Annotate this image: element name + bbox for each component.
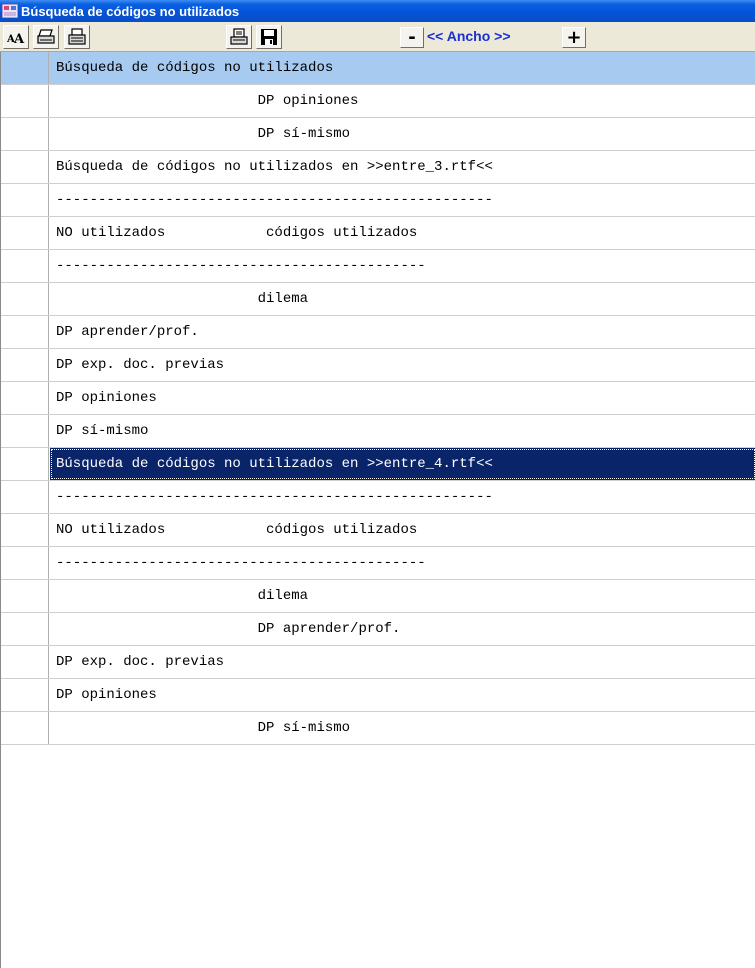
font-size-button[interactable]: A A bbox=[3, 25, 29, 49]
grid-row[interactable]: DP sí-mismo bbox=[1, 118, 755, 151]
grid-cell[interactable]: ----------------------------------------… bbox=[50, 184, 755, 216]
grid-cell[interactable]: DP opiniones bbox=[50, 85, 755, 117]
row-selector[interactable] bbox=[1, 580, 49, 612]
row-selector[interactable] bbox=[1, 514, 49, 546]
grid-row[interactable]: DP sí-mismo bbox=[1, 415, 755, 448]
row-selector[interactable] bbox=[1, 613, 49, 645]
grid-row[interactable]: DP opiniones bbox=[1, 382, 755, 415]
grid-row[interactable]: dilema bbox=[1, 580, 755, 613]
width-label: << Ancho >> bbox=[427, 28, 511, 44]
grid-cell[interactable]: NO utilizados códigos utilizados bbox=[50, 514, 755, 546]
row-selector[interactable] bbox=[1, 415, 49, 447]
grid-row[interactable]: DP exp. doc. previas bbox=[1, 646, 755, 679]
grid-cell[interactable]: DP opiniones bbox=[50, 679, 755, 711]
increase-width-button[interactable]: + bbox=[562, 27, 586, 48]
results-grid[interactable]: Búsqueda de códigos no utilizados DP opi… bbox=[0, 52, 755, 968]
grid-row[interactable]: ----------------------------------------… bbox=[1, 547, 755, 580]
row-selector[interactable] bbox=[1, 349, 49, 381]
grid-cell[interactable]: DP sí-mismo bbox=[50, 415, 755, 447]
grid-cell[interactable]: dilema bbox=[50, 283, 755, 315]
grid-row[interactable]: DP opiniones bbox=[1, 679, 755, 712]
row-selector[interactable] bbox=[1, 547, 49, 579]
row-selector[interactable] bbox=[1, 184, 49, 216]
row-selector[interactable] bbox=[1, 481, 49, 513]
grid-cell[interactable]: ----------------------------------------… bbox=[50, 481, 755, 513]
grid-row[interactable]: ----------------------------------------… bbox=[1, 184, 755, 217]
grid-row[interactable]: ----------------------------------------… bbox=[1, 250, 755, 283]
grid-row[interactable]: DP aprender/prof. bbox=[1, 613, 755, 646]
title-bar[interactable]: Búsqueda de códigos no utilizados bbox=[0, 0, 755, 22]
print-button[interactable] bbox=[33, 25, 59, 49]
row-selector[interactable] bbox=[1, 250, 49, 282]
row-selector[interactable] bbox=[1, 283, 49, 315]
grid-cell[interactable]: DP exp. doc. previas bbox=[50, 646, 755, 678]
row-selector[interactable] bbox=[1, 316, 49, 348]
grid-cell[interactable]: DP exp. doc. previas bbox=[50, 349, 755, 381]
grid-cell[interactable]: Búsqueda de códigos no utilizados bbox=[50, 52, 755, 84]
grid-cell[interactable]: NO utilizados códigos utilizados bbox=[50, 217, 755, 249]
grid-cell[interactable]: DP sí-mismo bbox=[50, 712, 755, 744]
row-selector[interactable] bbox=[1, 712, 49, 744]
svg-text:A: A bbox=[13, 32, 25, 45]
decrease-width-button[interactable]: - bbox=[400, 27, 424, 48]
grid-row[interactable]: DP sí-mismo bbox=[1, 712, 755, 745]
grid-cell[interactable]: dilema bbox=[50, 580, 755, 612]
grid-cell[interactable]: DP aprender/prof. bbox=[50, 613, 755, 645]
grid-cell[interactable]: ----------------------------------------… bbox=[50, 547, 755, 579]
grid-row[interactable]: Búsqueda de códigos no utilizados en >>e… bbox=[1, 151, 755, 184]
grid-cell[interactable]: DP sí-mismo bbox=[50, 118, 755, 150]
grid-row[interactable]: DP aprender/prof. bbox=[1, 316, 755, 349]
minus-icon: - bbox=[408, 26, 416, 48]
save-icon bbox=[260, 28, 278, 46]
print-preview-icon bbox=[229, 28, 249, 46]
save-button[interactable] bbox=[256, 25, 282, 49]
app-icon bbox=[1, 3, 19, 19]
row-selector[interactable] bbox=[1, 646, 49, 678]
row-selector[interactable] bbox=[1, 217, 49, 249]
font-size-icon: A A bbox=[6, 29, 26, 45]
window-title: Búsqueda de códigos no utilizados bbox=[21, 3, 240, 19]
print-icon bbox=[36, 28, 56, 46]
row-selector[interactable] bbox=[1, 151, 49, 183]
grid-row[interactable]: dilema bbox=[1, 283, 755, 316]
grid-cell[interactable]: DP opiniones bbox=[50, 382, 755, 414]
row-selector[interactable] bbox=[1, 85, 49, 117]
print-setup-icon bbox=[67, 28, 87, 46]
grid-header-row[interactable]: Búsqueda de códigos no utilizados bbox=[1, 52, 755, 85]
plus-icon: + bbox=[566, 26, 582, 48]
grid-row[interactable]: DP opiniones bbox=[1, 85, 755, 118]
grid-cell[interactable]: Búsqueda de códigos no utilizados en >>e… bbox=[50, 151, 755, 183]
results-window: Búsqueda de códigos no utilizados A A - … bbox=[0, 0, 755, 968]
row-selector[interactable] bbox=[1, 679, 49, 711]
grid-cell[interactable]: ----------------------------------------… bbox=[50, 250, 755, 282]
grid-row[interactable]: ----------------------------------------… bbox=[1, 481, 755, 514]
print-setup-button[interactable] bbox=[64, 25, 90, 49]
print-preview-button[interactable] bbox=[226, 25, 252, 49]
toolbar: A A - << Ancho >> + bbox=[0, 22, 755, 52]
row-selector[interactable] bbox=[1, 382, 49, 414]
grid-row[interactable]: DP exp. doc. previas bbox=[1, 349, 755, 382]
grid-row[interactable]: NO utilizados códigos utilizados bbox=[1, 514, 755, 547]
grid-cell[interactable]: DP aprender/prof. bbox=[50, 316, 755, 348]
grid-cell[interactable]: Búsqueda de códigos no utilizados en >>e… bbox=[50, 448, 755, 480]
row-selector[interactable] bbox=[1, 448, 49, 480]
grid-row[interactable]: NO utilizados códigos utilizados bbox=[1, 217, 755, 250]
row-selector[interactable] bbox=[1, 52, 49, 84]
row-selector[interactable] bbox=[1, 118, 49, 150]
grid-row[interactable]: Búsqueda de códigos no utilizados en >>e… bbox=[1, 448, 755, 481]
